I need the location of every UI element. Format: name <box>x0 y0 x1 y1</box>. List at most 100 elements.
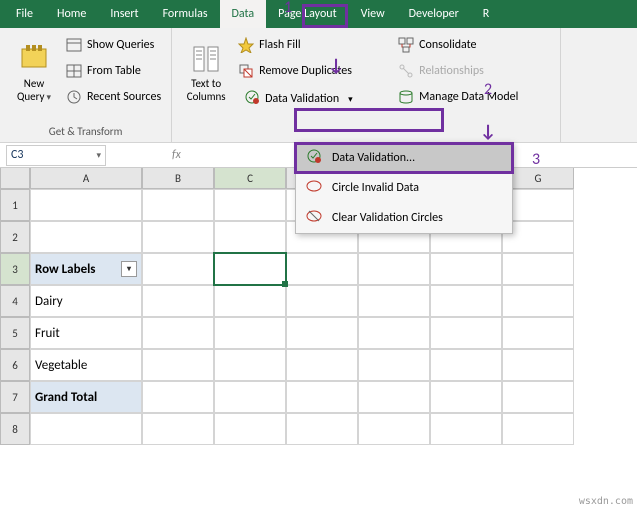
group-get-transform: New Query Show Queries From Table Recent… <box>0 28 172 142</box>
cell-e7[interactable] <box>358 381 430 413</box>
cell-b5[interactable] <box>142 317 214 349</box>
cell-a1[interactable] <box>30 189 142 221</box>
from-table-button[interactable]: From Table <box>66 60 161 82</box>
cell-g7[interactable] <box>502 381 574 413</box>
annotation-2: 2 <box>484 80 492 99</box>
cell-c7[interactable] <box>214 381 286 413</box>
cell-a7[interactable]: Grand Total <box>30 381 142 413</box>
tab-data[interactable]: Data <box>220 0 267 28</box>
cell-a4[interactable]: Dairy <box>30 285 142 317</box>
menu-item-clear-circles[interactable]: Clear Validation Circles <box>296 203 512 233</box>
menu-item-data-validation-label: Data Validation... <box>332 151 415 165</box>
cell-d6[interactable] <box>286 349 358 381</box>
cell-c2[interactable] <box>214 221 286 253</box>
cell-c5[interactable] <box>214 317 286 349</box>
cell-f3[interactable] <box>430 253 502 285</box>
cell-a3[interactable]: Row Labels▾ <box>30 253 142 285</box>
cell-b8[interactable] <box>142 413 214 445</box>
cell-d5[interactable] <box>286 317 358 349</box>
remove-duplicates-button[interactable]: Remove Duplicates <box>238 60 390 82</box>
cell-c4[interactable] <box>214 285 286 317</box>
tab-extra[interactable]: R <box>471 0 502 28</box>
cell-b6[interactable] <box>142 349 214 381</box>
tab-file[interactable]: File <box>4 0 45 28</box>
data-validation-dropdown-caret[interactable]: ▾ <box>344 94 357 105</box>
cell-a6[interactable]: Vegetable <box>30 349 142 381</box>
cell-e4[interactable] <box>358 285 430 317</box>
row-header-2[interactable]: 2 <box>0 221 30 253</box>
row-header-7[interactable]: 7 <box>0 381 30 413</box>
new-query-button[interactable]: New Query <box>6 32 62 114</box>
tab-developer[interactable]: Developer <box>397 0 471 28</box>
cell-f7[interactable] <box>430 381 502 413</box>
relationships-icon <box>398 63 414 79</box>
name-box-value: C3 <box>11 148 23 162</box>
cell-g8[interactable] <box>502 413 574 445</box>
show-queries-button[interactable]: Show Queries <box>66 34 161 56</box>
col-header-c[interactable]: C <box>214 168 286 189</box>
cell-c8[interactable] <box>214 413 286 445</box>
data-validation-button[interactable]: Data Validation ▾ <box>238 86 390 112</box>
cell-f6[interactable] <box>430 349 502 381</box>
consolidate-icon <box>398 37 414 53</box>
cell-c6[interactable] <box>214 349 286 381</box>
flash-fill-button[interactable]: Flash Fill <box>238 34 390 56</box>
cell-e8[interactable] <box>358 413 430 445</box>
name-box[interactable]: C3 ▾ <box>6 145 106 166</box>
manage-data-model-button[interactable]: Manage Data Model <box>398 86 550 108</box>
row-header-3[interactable]: 3 <box>0 253 30 285</box>
cell-b1[interactable] <box>142 189 214 221</box>
col-header-b[interactable]: B <box>142 168 214 189</box>
row-header-8[interactable]: 8 <box>0 413 30 445</box>
row-header-1[interactable]: 1 <box>0 189 30 221</box>
tab-insert[interactable]: Insert <box>98 0 150 28</box>
cell-b7[interactable] <box>142 381 214 413</box>
cell-e6[interactable] <box>358 349 430 381</box>
tab-view[interactable]: View <box>349 0 397 28</box>
cell-d3[interactable] <box>286 253 358 285</box>
manage-data-model-icon <box>398 89 414 105</box>
cell-g6[interactable] <box>502 349 574 381</box>
cell-c3[interactable] <box>214 253 286 285</box>
cell-c1[interactable] <box>214 189 286 221</box>
consolidate-label: Consolidate <box>419 38 476 52</box>
col-header-a[interactable]: A <box>30 168 142 189</box>
circle-invalid-icon <box>306 178 322 198</box>
menu-item-data-validation[interactable]: Data Validation... <box>296 143 512 173</box>
cell-a2[interactable] <box>30 221 142 253</box>
filter-button-a3[interactable]: ▾ <box>121 261 137 277</box>
text-to-columns-button[interactable]: Text to Columns <box>178 32 234 114</box>
new-query-label: New Query <box>17 77 51 104</box>
menu-item-circle-invalid[interactable]: Circle Invalid Data <box>296 173 512 203</box>
tab-home[interactable]: Home <box>45 0 98 28</box>
cell-e3[interactable] <box>358 253 430 285</box>
fx-label[interactable]: fx <box>162 148 191 162</box>
cell-b3[interactable] <box>142 253 214 285</box>
cell-g4[interactable] <box>502 285 574 317</box>
tab-formulas[interactable]: Formulas <box>151 0 220 28</box>
cell-a8[interactable] <box>30 413 142 445</box>
cell-d8[interactable] <box>286 413 358 445</box>
data-validation-menu-icon <box>306 148 322 168</box>
row-header-5[interactable]: 5 <box>0 317 30 349</box>
consolidate-button[interactable]: Consolidate <box>398 34 550 56</box>
manage-data-model-label: Manage Data Model <box>419 90 518 104</box>
row-header-4[interactable]: 4 <box>0 285 30 317</box>
row-header-6[interactable]: 6 <box>0 349 30 381</box>
cell-a5[interactable]: Fruit <box>30 317 142 349</box>
cell-e5[interactable] <box>358 317 430 349</box>
recent-sources-button[interactable]: Recent Sources <box>66 86 161 108</box>
cell-d4[interactable] <box>286 285 358 317</box>
cell-f5[interactable] <box>430 317 502 349</box>
cell-f8[interactable] <box>430 413 502 445</box>
cell-f4[interactable] <box>430 285 502 317</box>
tab-page-layout[interactable]: Page Layout <box>266 0 348 28</box>
select-all-corner[interactable] <box>0 168 30 189</box>
cell-b2[interactable] <box>142 221 214 253</box>
from-table-icon <box>66 63 82 79</box>
cell-g3[interactable] <box>502 253 574 285</box>
cell-b4[interactable] <box>142 285 214 317</box>
name-box-caret-icon[interactable]: ▾ <box>96 150 101 161</box>
cell-g5[interactable] <box>502 317 574 349</box>
cell-d7[interactable] <box>286 381 358 413</box>
